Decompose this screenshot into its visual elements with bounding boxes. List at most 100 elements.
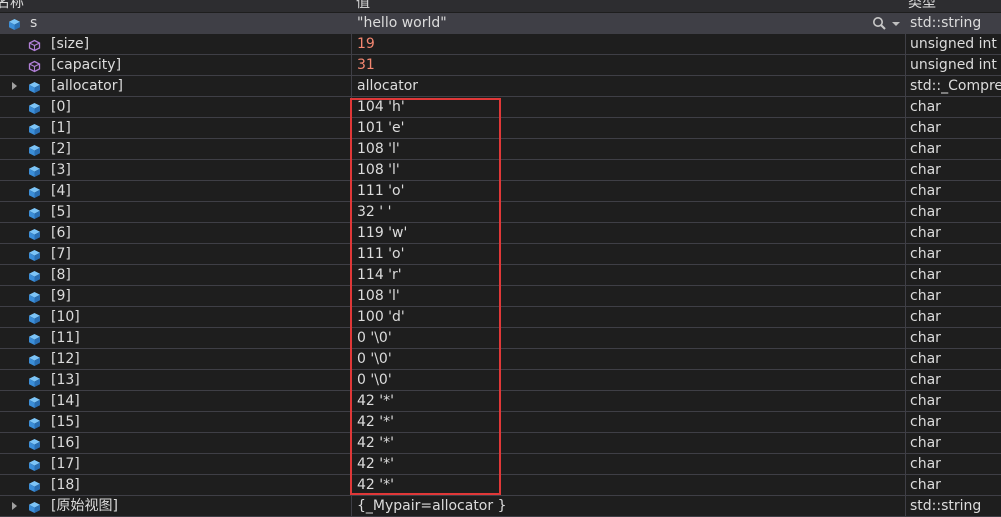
watch-row[interactable]: [17] 42 '*' char — [0, 454, 1001, 475]
value-cell[interactable]: 42 '*' — [351, 433, 905, 453]
header-value[interactable]: 值 — [356, 0, 370, 12]
value-cell[interactable]: {_Mypair=allocator } — [351, 496, 905, 516]
type-cell: std::string — [905, 496, 1001, 516]
variable-type: std::string — [910, 498, 982, 514]
watch-row[interactable]: [1] 101 'e' char — [0, 118, 1001, 139]
variable-type: char — [910, 99, 941, 115]
name-cell: [18] — [0, 475, 350, 495]
variable-type: char — [910, 162, 941, 178]
variable-value: 19 — [357, 36, 375, 52]
value-cell[interactable]: 42 '*' — [351, 454, 905, 474]
variable-type: char — [910, 246, 941, 262]
value-cell[interactable]: 42 '*' — [351, 391, 905, 411]
value-cell[interactable]: 0 '\0' — [351, 370, 905, 390]
type-cell: unsigned int — [905, 34, 1001, 54]
watch-row[interactable]: [2] 108 'l' char — [0, 139, 1001, 160]
value-cell[interactable]: 111 'o' — [351, 244, 905, 264]
watch-row[interactable]: [9] 108 'l' char — [0, 286, 1001, 307]
variable-type: char — [910, 330, 941, 346]
value-cell[interactable]: 31 — [351, 55, 905, 75]
header-type[interactable]: 类型 — [908, 0, 936, 12]
type-cell: char — [905, 139, 1001, 159]
value-cell[interactable]: 100 'd' — [351, 307, 905, 327]
watch-row[interactable]: [14] 42 '*' char — [0, 391, 1001, 412]
type-cell: char — [905, 265, 1001, 285]
watch-row[interactable]: [3] 108 'l' char — [0, 160, 1001, 181]
type-cell: char — [905, 328, 1001, 348]
type-cell: char — [905, 433, 1001, 453]
variable-type: char — [910, 477, 941, 493]
variable-name: [9] — [51, 288, 71, 304]
type-cell: unsigned int — [905, 55, 1001, 75]
chevron-down-icon[interactable] — [892, 22, 900, 26]
value-cell[interactable]: 42 '*' — [351, 475, 905, 495]
value-cell[interactable]: 104 'h' — [351, 97, 905, 117]
value-cell[interactable]: 32 ' ' — [351, 202, 905, 222]
variable-name: [12] — [51, 351, 80, 367]
variable-value: 108 'l' — [357, 288, 400, 304]
variable-name: [7] — [51, 246, 71, 262]
name-cell: [17] — [0, 454, 350, 474]
header-name[interactable]: 名称 — [0, 0, 24, 12]
value-cell[interactable]: 119 'w' — [351, 223, 905, 243]
magnifier-icon[interactable] — [872, 16, 890, 30]
watch-row[interactable]: [18] 42 '*' char — [0, 475, 1001, 496]
variable-value: "hello world" — [357, 15, 447, 31]
watch-row[interactable]: [4] 111 'o' char — [0, 181, 1001, 202]
name-cell: [14] — [0, 391, 350, 411]
expand-arrow-icon[interactable] — [12, 82, 17, 90]
variable-value: 42 '*' — [357, 414, 394, 430]
variable-value: 111 'o' — [357, 246, 405, 262]
watch-row[interactable]: [allocator] allocator std::_Compres — [0, 76, 1001, 97]
watch-row[interactable]: [15] 42 '*' char — [0, 412, 1001, 433]
field-icon — [28, 122, 41, 135]
value-cell[interactable]: 114 'r' — [351, 265, 905, 285]
variable-name: [2] — [51, 141, 71, 157]
value-cell[interactable]: 108 'l' — [351, 286, 905, 306]
variable-name: [0] — [51, 99, 71, 115]
value-cell[interactable]: "hello world" — [351, 13, 905, 33]
type-cell: char — [905, 307, 1001, 327]
value-cell[interactable]: allocator — [351, 76, 905, 96]
watch-row[interactable]: [capacity] 31 unsigned int — [0, 55, 1001, 76]
field-icon — [28, 227, 41, 240]
type-cell: char — [905, 118, 1001, 138]
value-cell[interactable]: 111 'o' — [351, 181, 905, 201]
variable-name: [5] — [51, 204, 71, 220]
value-cell[interactable]: 0 '\0' — [351, 328, 905, 348]
watch-row[interactable]: [原始视图] {_Mypair=allocator } std::string — [0, 496, 1001, 517]
name-cell: [5] — [0, 202, 350, 222]
watch-row[interactable]: [10] 100 'd' char — [0, 307, 1001, 328]
expand-arrow-icon[interactable] — [12, 502, 17, 510]
type-cell: char — [905, 454, 1001, 474]
watch-row[interactable]: s "hello world" std::string — [0, 13, 1001, 34]
value-cell[interactable]: 108 'l' — [351, 160, 905, 180]
field-icon — [8, 17, 21, 30]
value-cell[interactable]: 19 — [351, 34, 905, 54]
watch-row[interactable]: [12] 0 '\0' char — [0, 349, 1001, 370]
watch-row[interactable]: [size] 19 unsigned int — [0, 34, 1001, 55]
variable-value: {_Mypair=allocator } — [357, 498, 507, 514]
value-cell[interactable]: 42 '*' — [351, 412, 905, 432]
member-icon — [28, 59, 41, 73]
watch-row[interactable]: [13] 0 '\0' char — [0, 370, 1001, 391]
name-cell: [1] — [0, 118, 350, 138]
value-cell[interactable]: 0 '\0' — [351, 349, 905, 369]
name-cell: [2] — [0, 139, 350, 159]
watch-row[interactable]: [11] 0 '\0' char — [0, 328, 1001, 349]
variable-value: 42 '*' — [357, 435, 394, 451]
watch-row[interactable]: [5] 32 ' ' char — [0, 202, 1001, 223]
watch-row[interactable]: [16] 42 '*' char — [0, 433, 1001, 454]
watch-row[interactable]: [0] 104 'h' char — [0, 97, 1001, 118]
variable-value: 0 '\0' — [357, 330, 392, 346]
name-cell: [13] — [0, 370, 350, 390]
value-cell[interactable]: 101 'e' — [351, 118, 905, 138]
variable-name: [原始视图] — [51, 498, 118, 514]
value-cell[interactable]: 108 'l' — [351, 139, 905, 159]
watch-row[interactable]: [8] 114 'r' char — [0, 265, 1001, 286]
type-cell: std::_Compres — [905, 76, 1001, 96]
name-cell: s — [0, 13, 350, 33]
watch-row[interactable]: [6] 119 'w' char — [0, 223, 1001, 244]
watch-row[interactable]: [7] 111 'o' char — [0, 244, 1001, 265]
name-cell: [6] — [0, 223, 350, 243]
